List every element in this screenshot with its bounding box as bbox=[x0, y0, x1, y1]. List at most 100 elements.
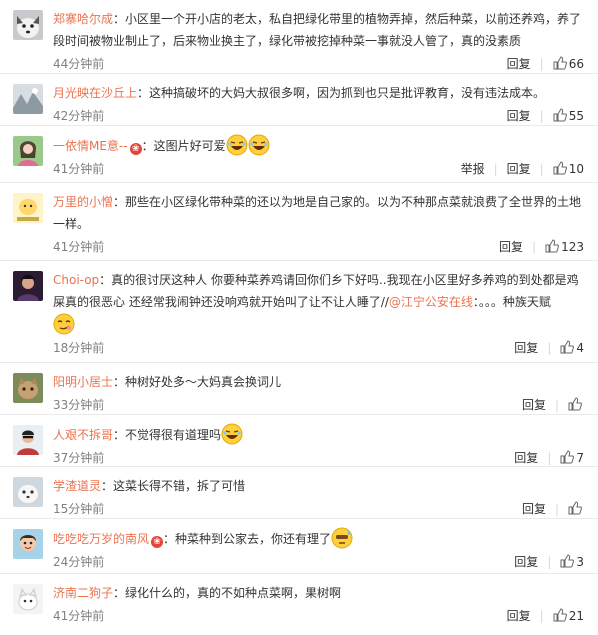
reply-button[interactable]: 回复 bbox=[507, 157, 531, 181]
reply-button[interactable]: 回复 bbox=[522, 497, 546, 521]
comment-text: 济南二狗子：绿化什么的，真的不如种点菜啊，果树啊 bbox=[53, 578, 588, 604]
avatar[interactable] bbox=[13, 10, 43, 40]
reply-button[interactable]: 回复 bbox=[507, 104, 531, 128]
username-link[interactable]: 郑寨哈尔成 bbox=[53, 12, 113, 26]
comment-content: ：这图片好可爱 bbox=[141, 139, 226, 153]
comment-text: 万里的小憎：那些在小区绿化带种菜的还以为地是自己家的。以为不种那点菜就浪费了全世… bbox=[53, 187, 588, 235]
timestamp: 18分钟前 bbox=[53, 341, 105, 355]
avatar[interactable] bbox=[13, 136, 43, 166]
avatar[interactable] bbox=[13, 84, 43, 114]
avatar[interactable] bbox=[13, 373, 43, 403]
timestamp: 44分钟前 bbox=[53, 57, 105, 71]
like-button[interactable]: 3 bbox=[560, 550, 584, 574]
timestamp: 42分钟前 bbox=[53, 109, 105, 123]
thumbs-up-icon bbox=[545, 235, 561, 259]
username-link[interactable]: 人艰不拆哥 bbox=[53, 428, 113, 442]
comment-content: ：那些在小区绿化带种菜的还以为地是自己家的。以为不种那点菜就浪费了全世界的土地一… bbox=[53, 195, 582, 231]
timestamp: 37分钟前 bbox=[53, 451, 105, 465]
sweat-emoji-icon bbox=[331, 527, 353, 549]
avatar[interactable] bbox=[13, 425, 43, 455]
thumbs-up-icon bbox=[568, 497, 584, 521]
like-button[interactable]: 55 bbox=[553, 104, 584, 128]
timestamp: 41分钟前 bbox=[53, 240, 105, 254]
thumbs-up-icon bbox=[568, 393, 584, 417]
comment-content-continued: ：。。。种族天赋 bbox=[472, 295, 551, 309]
like-button[interactable]: 4 bbox=[560, 336, 584, 360]
comment-item: 吃吃吃万岁的南风 ❀ ：种菜种到公家去，你还有理了 24分钟前 回复 | 3 bbox=[0, 519, 598, 574]
reply-button[interactable]: 回复 bbox=[499, 235, 523, 259]
report-button[interactable]: 举报 bbox=[461, 157, 485, 181]
comment-item: 一依情ME意-- ❀ ：这图片好可爱 41分钟前 举报 | 回复 | 10 bbox=[0, 126, 598, 183]
comment-item: 济南二狗子：绿化什么的，真的不如种点菜啊，果树啊 41分钟前 回复 | 21 bbox=[0, 574, 598, 629]
like-count: 3 bbox=[576, 555, 584, 569]
avatar[interactable] bbox=[13, 477, 43, 507]
reply-button[interactable]: 回复 bbox=[522, 393, 546, 417]
comment-text: 一依情ME意-- ❀ ：这图片好可爱 bbox=[53, 130, 588, 157]
smirk-emoji-icon bbox=[53, 313, 75, 335]
comment-list: 郑寨哈尔成：小区里一个开小店的老太，私自把绿化带里的植物弄掉，然后种菜，以前还养… bbox=[0, 0, 598, 629]
username-link[interactable]: 一依情ME意-- bbox=[53, 139, 128, 153]
comment-item: 月光映在沙丘上：这种搞破坏的大妈大叔很多啊，因为抓到也只是批评教育，没有违法成本… bbox=[0, 74, 598, 126]
thumbs-up-icon bbox=[553, 104, 569, 128]
thumbs-up-icon bbox=[560, 550, 576, 574]
avatar[interactable] bbox=[13, 193, 43, 223]
timestamp: 33分钟前 bbox=[53, 398, 105, 412]
username-link[interactable]: 济南二狗子 bbox=[53, 586, 113, 600]
reply-button[interactable]: 回复 bbox=[507, 52, 531, 76]
timestamp: 41分钟前 bbox=[53, 162, 105, 176]
comment-content: ：种菜种到公家去，你还有理了 bbox=[163, 532, 332, 546]
username-link[interactable]: 阳明小居士 bbox=[53, 375, 113, 389]
like-button[interactable]: 123 bbox=[545, 235, 584, 259]
vip-badge-icon: ❀ bbox=[151, 536, 164, 548]
like-button[interactable]: 66 bbox=[553, 52, 584, 76]
comment-text: 吃吃吃万岁的南风 ❀ ：种菜种到公家去，你还有理了 bbox=[53, 523, 588, 550]
comment-item: 人艰不拆哥：不觉得很有道理吗 37分钟前 回复 | 7 bbox=[0, 415, 598, 467]
thumbs-up-icon bbox=[553, 157, 569, 181]
thumbs-up-icon bbox=[553, 604, 569, 628]
vip-badge-icon: ❀ bbox=[129, 143, 142, 155]
username-link[interactable]: 月光映在沙丘上 bbox=[53, 86, 137, 100]
thumbs-up-icon bbox=[560, 336, 576, 360]
like-count: 21 bbox=[568, 609, 584, 623]
username-link[interactable]: Choi-op bbox=[53, 273, 99, 287]
laughing-emoji-icon bbox=[248, 134, 270, 156]
timestamp: 41分钟前 bbox=[53, 609, 105, 623]
avatar[interactable] bbox=[13, 529, 43, 559]
laughing-emoji-icon bbox=[221, 423, 243, 445]
comment-text: 月光映在沙丘上：这种搞破坏的大妈大叔很多啊，因为抓到也只是批评教育，没有违法成本… bbox=[53, 78, 588, 104]
username-link[interactable]: 学渣道灵 bbox=[53, 479, 101, 493]
like-count: 4 bbox=[576, 341, 584, 355]
reply-button[interactable]: 回复 bbox=[514, 550, 538, 574]
like-count: 123 bbox=[561, 240, 584, 254]
comment-content: ：这菜长得不错，拆了可惜 bbox=[101, 479, 246, 493]
comment-item: 万里的小憎：那些在小区绿化带种菜的还以为地是自己家的。以为不种那点菜就浪费了全世… bbox=[0, 183, 598, 261]
mention-link[interactable]: @江宁公安在线 bbox=[389, 295, 473, 309]
comment-text: 学渣道灵：这菜长得不错，拆了可惜 bbox=[53, 471, 588, 497]
comment-text: 郑寨哈尔成：小区里一个开小店的老太，私自把绿化带里的植物弄掉，然后种菜，以前还养… bbox=[53, 4, 588, 52]
comment-item: 郑寨哈尔成：小区里一个开小店的老太，私自把绿化带里的植物弄掉，然后种菜，以前还养… bbox=[0, 0, 598, 74]
thumbs-up-icon bbox=[553, 52, 569, 76]
reply-button[interactable]: 回复 bbox=[514, 336, 538, 360]
comment-content: ：不觉得很有道理吗 bbox=[113, 428, 222, 442]
username-link[interactable]: 吃吃吃万岁的南风 bbox=[53, 532, 149, 546]
like-button[interactable] bbox=[568, 393, 584, 417]
comment-content: ：种树好处多～大妈真会换词儿 bbox=[113, 375, 282, 389]
comment-item: Choi-op：真的很讨厌这种人 你要种菜养鸡请回你们乡下好吗..我现在小区里好… bbox=[0, 261, 598, 363]
like-button[interactable]: 21 bbox=[553, 604, 584, 628]
reply-button[interactable]: 回复 bbox=[507, 604, 531, 628]
comment-text: 人艰不拆哥：不觉得很有道理吗 bbox=[53, 419, 588, 446]
like-count: 55 bbox=[568, 109, 584, 123]
comment-text: Choi-op：真的很讨厌这种人 你要种菜养鸡请回你们乡下好吗..我现在小区里好… bbox=[53, 265, 588, 336]
timestamp: 24分钟前 bbox=[53, 555, 105, 569]
comment-content: ：小区里一个开小店的老太，私自把绿化带里的植物弄掉，然后种菜，以前还养鸡，养了段… bbox=[53, 12, 582, 48]
comment-content: ：这种搞破坏的大妈大叔很多啊，因为抓到也只是批评教育，没有违法成本。 bbox=[137, 86, 546, 100]
avatar[interactable] bbox=[13, 271, 43, 301]
laughing-emoji-icon bbox=[226, 134, 248, 156]
timestamp: 15分钟前 bbox=[53, 502, 105, 516]
like-button[interactable] bbox=[568, 497, 584, 521]
comment-content: ：绿化什么的，真的不如种点菜啊，果树啊 bbox=[113, 586, 342, 600]
avatar[interactable] bbox=[13, 584, 43, 614]
like-button[interactable]: 10 bbox=[553, 157, 584, 181]
username-link[interactable]: 万里的小憎 bbox=[53, 195, 113, 209]
like-count: 66 bbox=[568, 57, 584, 71]
